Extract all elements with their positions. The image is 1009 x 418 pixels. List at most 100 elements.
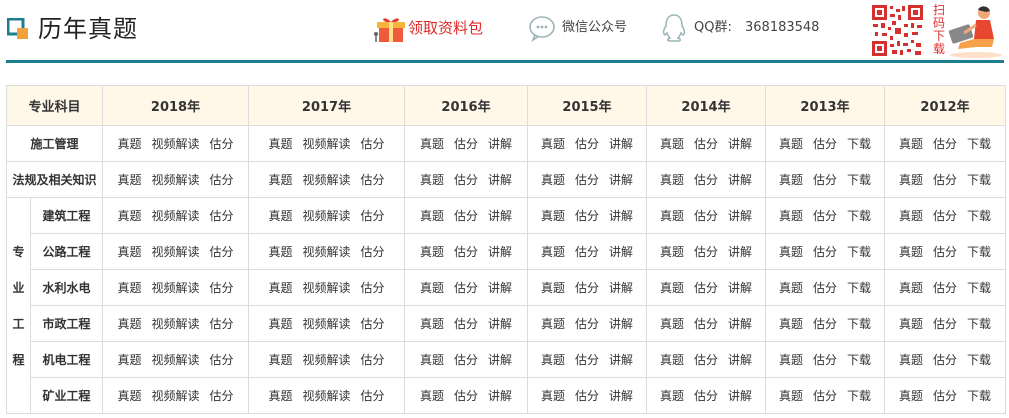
resource-link[interactable]: 估分 bbox=[933, 135, 957, 152]
resource-link[interactable]: 真题 bbox=[899, 171, 923, 188]
resource-link[interactable]: 真题 bbox=[779, 135, 803, 152]
resource-link[interactable]: 估分 bbox=[694, 315, 718, 332]
resource-link[interactable]: 真题 bbox=[541, 135, 565, 152]
resource-link[interactable]: 估分 bbox=[575, 171, 599, 188]
resource-link[interactable]: 下载 bbox=[967, 315, 991, 332]
gift-icon[interactable] bbox=[372, 14, 406, 44]
resource-link[interactable]: 下载 bbox=[967, 351, 991, 368]
resource-link[interactable]: 讲解 bbox=[609, 351, 633, 368]
resource-link[interactable]: 估分 bbox=[813, 243, 837, 260]
resource-link[interactable]: 估分 bbox=[454, 207, 478, 224]
resource-link[interactable]: 估分 bbox=[454, 351, 478, 368]
resource-link[interactable]: 估分 bbox=[575, 387, 599, 404]
resource-link[interactable]: 真题 bbox=[779, 279, 803, 296]
resource-link[interactable]: 真题 bbox=[779, 315, 803, 332]
resource-link[interactable]: 真题 bbox=[268, 279, 292, 296]
resource-link[interactable]: 讲解 bbox=[488, 351, 512, 368]
resource-link[interactable]: 下载 bbox=[967, 243, 991, 260]
resource-link[interactable]: 讲解 bbox=[728, 315, 752, 332]
resource-link[interactable]: 真题 bbox=[420, 387, 444, 404]
resource-link[interactable]: 讲解 bbox=[488, 171, 512, 188]
resource-link[interactable]: 估分 bbox=[361, 135, 385, 152]
resource-link[interactable]: 真题 bbox=[899, 243, 923, 260]
resource-link[interactable]: 真题 bbox=[117, 351, 141, 368]
resource-link[interactable]: 真题 bbox=[899, 351, 923, 368]
resource-link[interactable]: 估分 bbox=[361, 387, 385, 404]
qr-code-icon[interactable] bbox=[870, 3, 925, 58]
resource-link[interactable]: 下载 bbox=[847, 243, 871, 260]
resource-link[interactable]: 真题 bbox=[899, 135, 923, 152]
resource-link[interactable]: 下载 bbox=[967, 387, 991, 404]
resource-link[interactable]: 真题 bbox=[268, 171, 292, 188]
resource-link[interactable]: 估分 bbox=[575, 243, 599, 260]
resource-link[interactable]: 真题 bbox=[420, 135, 444, 152]
resource-link[interactable]: 真题 bbox=[899, 315, 923, 332]
resource-link[interactable]: 真题 bbox=[117, 387, 141, 404]
resource-link[interactable]: 视频解读 bbox=[303, 351, 351, 368]
wechat-label[interactable]: 微信公众号 bbox=[562, 19, 627, 37]
resource-link[interactable]: 真题 bbox=[420, 171, 444, 188]
resource-link[interactable]: 下载 bbox=[967, 279, 991, 296]
resource-link[interactable]: 真题 bbox=[541, 207, 565, 224]
resource-link[interactable]: 讲解 bbox=[609, 279, 633, 296]
resource-link[interactable]: 真题 bbox=[117, 243, 141, 260]
resource-link[interactable]: 讲解 bbox=[609, 243, 633, 260]
resource-link[interactable]: 真题 bbox=[660, 135, 684, 152]
resource-link[interactable]: 下载 bbox=[847, 387, 871, 404]
resource-link[interactable]: 视频解读 bbox=[303, 171, 351, 188]
resource-link[interactable]: 下载 bbox=[847, 135, 871, 152]
resource-link[interactable]: 真题 bbox=[660, 351, 684, 368]
resource-link[interactable]: 估分 bbox=[454, 171, 478, 188]
resource-link[interactable]: 真题 bbox=[268, 315, 292, 332]
resource-link[interactable]: 真题 bbox=[660, 207, 684, 224]
resource-link[interactable]: 估分 bbox=[694, 135, 718, 152]
resource-link[interactable]: 下载 bbox=[967, 171, 991, 188]
resource-link[interactable]: 估分 bbox=[361, 243, 385, 260]
resource-link[interactable]: 估分 bbox=[813, 135, 837, 152]
resource-link[interactable]: 下载 bbox=[847, 279, 871, 296]
resource-link[interactable]: 视频解读 bbox=[303, 315, 351, 332]
resource-link[interactable]: 讲解 bbox=[728, 135, 752, 152]
resource-link[interactable]: 估分 bbox=[210, 351, 234, 368]
resource-link[interactable]: 真题 bbox=[420, 351, 444, 368]
resource-link[interactable]: 讲解 bbox=[728, 171, 752, 188]
resource-link[interactable]: 估分 bbox=[933, 243, 957, 260]
resource-link[interactable]: 下载 bbox=[967, 135, 991, 152]
resource-link[interactable]: 真题 bbox=[420, 243, 444, 260]
resource-link[interactable]: 估分 bbox=[933, 207, 957, 224]
scan-download-label[interactable]: 扫 码 下 载 bbox=[931, 4, 947, 56]
resource-link[interactable]: 估分 bbox=[575, 279, 599, 296]
resource-link[interactable]: 估分 bbox=[361, 171, 385, 188]
resource-link[interactable]: 真题 bbox=[117, 279, 141, 296]
resource-link[interactable]: 讲解 bbox=[728, 207, 752, 224]
resource-link[interactable]: 讲解 bbox=[488, 243, 512, 260]
resource-link[interactable]: 视频解读 bbox=[303, 387, 351, 404]
qq-group-number[interactable]: 368183548 bbox=[745, 19, 819, 37]
resource-link[interactable]: 真题 bbox=[117, 207, 141, 224]
resource-link[interactable]: 估分 bbox=[210, 387, 234, 404]
resource-link[interactable]: 估分 bbox=[210, 315, 234, 332]
resource-link[interactable]: 讲解 bbox=[728, 279, 752, 296]
resource-link[interactable]: 视频解读 bbox=[152, 387, 200, 404]
resource-link[interactable]: 估分 bbox=[694, 207, 718, 224]
gift-pack-link[interactable]: 领取资料包 bbox=[408, 18, 483, 38]
resource-link[interactable]: 估分 bbox=[813, 171, 837, 188]
resource-link[interactable]: 估分 bbox=[933, 315, 957, 332]
resource-link[interactable]: 估分 bbox=[575, 207, 599, 224]
resource-link[interactable]: 真题 bbox=[779, 207, 803, 224]
resource-link[interactable]: 估分 bbox=[694, 243, 718, 260]
resource-link[interactable]: 估分 bbox=[933, 387, 957, 404]
resource-link[interactable]: 真题 bbox=[779, 387, 803, 404]
resource-link[interactable]: 估分 bbox=[210, 171, 234, 188]
resource-link[interactable]: 估分 bbox=[210, 207, 234, 224]
resource-link[interactable]: 真题 bbox=[899, 387, 923, 404]
resource-link[interactable]: 视频解读 bbox=[152, 243, 200, 260]
resource-link[interactable]: 讲解 bbox=[488, 387, 512, 404]
resource-link[interactable]: 估分 bbox=[575, 315, 599, 332]
resource-link[interactable]: 下载 bbox=[967, 207, 991, 224]
resource-link[interactable]: 视频解读 bbox=[152, 171, 200, 188]
resource-link[interactable]: 真题 bbox=[779, 171, 803, 188]
resource-link[interactable]: 讲解 bbox=[488, 135, 512, 152]
resource-link[interactable]: 视频解读 bbox=[152, 135, 200, 152]
resource-link[interactable]: 估分 bbox=[210, 135, 234, 152]
